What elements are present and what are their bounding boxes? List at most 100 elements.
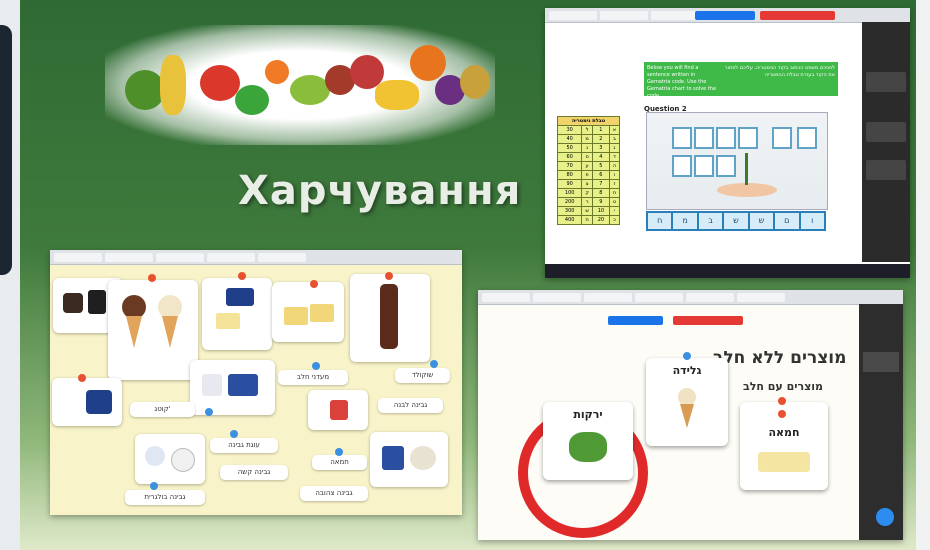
page-title: Харчування [238, 168, 522, 214]
screen-share-indicator [695, 11, 755, 20]
gematria-cell: 6 [591, 170, 610, 180]
gematria-activity-screenshot: Below you will find a sentence written i… [545, 8, 910, 278]
heading-without-milk: מוצרים ללא חלב [713, 348, 847, 368]
puzzle-image [646, 112, 828, 210]
zoom-participants [862, 22, 910, 262]
gematria-cell: נ [581, 143, 593, 153]
gematria-cell: 400 [556, 215, 583, 225]
instruction-hebrew: לפניכם משפט הכתוב בקוד הגימטריה. עליכם ל… [720, 62, 838, 96]
label-cottage[interactable]: קוטג' [130, 402, 195, 417]
dairy-sorting-screenshot: שוקולד מעדני חלב גבינה לבנה קוטג' גבינה … [50, 250, 462, 515]
gematria-cell: ת [581, 215, 593, 225]
letter-choice[interactable]: ב [698, 213, 723, 229]
gematria-cell: 1 [591, 125, 610, 135]
gematria-cell: 20 [591, 215, 610, 225]
gematria-table-title: טבלת גימטריה [557, 116, 620, 126]
gematria-cell: ק [581, 188, 593, 198]
gematria-cell: 80 [556, 170, 583, 180]
gematria-cell: 70 [556, 161, 583, 171]
gematria-cell: 200 [556, 197, 583, 207]
gematria-cell: 9 [591, 197, 610, 207]
gematria-cell: ח [608, 188, 621, 198]
card-cottage[interactable] [52, 378, 122, 426]
card-butter[interactable] [202, 278, 272, 350]
card-white-cheese[interactable] [308, 390, 368, 430]
heading-with-milk: מוצרים עם חלב [743, 380, 824, 393]
gematria-row: 50 נ 3 ג [556, 143, 621, 153]
gematria-cell: 10 [591, 206, 610, 216]
card-vegetables[interactable]: ירקות [543, 402, 633, 480]
screen-share-indicator [608, 316, 663, 325]
gematria-cell: א [608, 125, 621, 135]
card-chocolate-milk[interactable] [350, 274, 430, 362]
letter-choice[interactable]: ו [800, 213, 824, 229]
gematria-cell: ר [581, 197, 593, 207]
gematria-row: 400 ת 20 כ [556, 215, 621, 225]
gematria-cell: ז [608, 179, 621, 189]
card-ice-cream[interactable] [108, 280, 198, 380]
gematria-cell: 300 [556, 206, 583, 216]
card-ice-cream[interactable]: גלידה [646, 358, 728, 446]
gematria-row: 90 צ 7 ז [556, 179, 621, 189]
right-edge [916, 0, 930, 550]
gematria-row: 60 ס 4 ד [556, 152, 621, 162]
gematria-cell: 2 [591, 134, 610, 144]
stop-share-indicator [760, 11, 835, 20]
letter-choice[interactable]: ח [648, 213, 672, 229]
left-photo-strip [0, 25, 12, 275]
card-dairy-desserts[interactable] [190, 360, 275, 415]
label-chocolate[interactable]: שוקולד [395, 368, 450, 383]
stop-share-indicator [673, 316, 743, 325]
gematria-row: 30 ל 1 א [556, 125, 621, 135]
gematria-cell: ל [581, 125, 593, 135]
gematria-cell: 4 [591, 152, 610, 162]
letter-choices: חמבששםו [646, 211, 826, 231]
gematria-cell: ט [608, 197, 621, 207]
gematria-cell: ס [581, 152, 593, 162]
label-hard-cheese[interactable]: גבינה קשה [220, 465, 288, 480]
left-edge [0, 0, 20, 550]
gematria-cell: ה [608, 161, 621, 171]
gematria-cell: ב [608, 134, 621, 144]
card-cheese[interactable] [272, 282, 344, 342]
label-bulgarian-cheese[interactable]: גבינה בולגרית [125, 490, 205, 505]
gematria-cell: ש [581, 206, 593, 216]
gematria-cell: מ [581, 134, 593, 144]
edit-fab-icon[interactable] [876, 508, 894, 526]
zoom-participants [859, 304, 903, 540]
instruction-english: Below you will find a sentence written i… [644, 62, 720, 99]
card-yogurt[interactable] [370, 432, 448, 487]
letter-choice[interactable]: מ [673, 213, 697, 229]
label-dairy-desserts[interactable]: מעדני חלב [278, 370, 348, 385]
label-butter[interactable]: חמאה [312, 455, 367, 470]
gematria-row: 70 ע 5 ה [556, 161, 621, 171]
gematria-table: טבלת גימטריה 30 ל 1 א 40 מ 2 ב 50 נ 3 ג 60 ס 4 ד 70 ע 5 ה 80… [556, 116, 621, 225]
gematria-cell: ע [581, 161, 593, 171]
gematria-cell: 3 [591, 143, 610, 153]
gematria-cell: ד [608, 152, 621, 162]
gematria-cell: 60 [556, 152, 583, 162]
browser-tab-bar [478, 290, 903, 305]
gematria-row: 300 ש 10 י [556, 206, 621, 216]
gematria-cell: 40 [556, 134, 583, 144]
card-cheesecake[interactable] [135, 434, 205, 484]
label-white-cheese[interactable]: גבינה לבנה [378, 398, 443, 413]
gematria-cell: 8 [591, 188, 610, 198]
gematria-row: 80 פ 6 ו [556, 170, 621, 180]
gematria-row: 100 ק 8 ח [556, 188, 621, 198]
gematria-cell: פ [581, 170, 593, 180]
gematria-cell: 50 [556, 143, 583, 153]
milk-products-screenshot: מוצרים ללא חלב מוצרים עם חלב ירקות גלידה… [478, 290, 903, 540]
gematria-row: 40 מ 2 ב [556, 134, 621, 144]
gematria-row: 200 ר 9 ט [556, 197, 621, 207]
gematria-cell: ו [608, 170, 621, 180]
gematria-cell: צ [581, 179, 593, 189]
gematria-cell: 90 [556, 179, 583, 189]
gematria-cell: ג [608, 143, 621, 153]
letter-choice[interactable]: ם [775, 213, 799, 229]
letter-choice[interactable]: ש [724, 213, 748, 229]
label-cheesecake[interactable]: עוגת גבינה [210, 438, 278, 453]
gematria-cell: י [608, 206, 621, 216]
letter-choice[interactable]: ש [749, 213, 774, 229]
label-yellow-cheese[interactable]: גבינה צהובה [300, 486, 368, 501]
